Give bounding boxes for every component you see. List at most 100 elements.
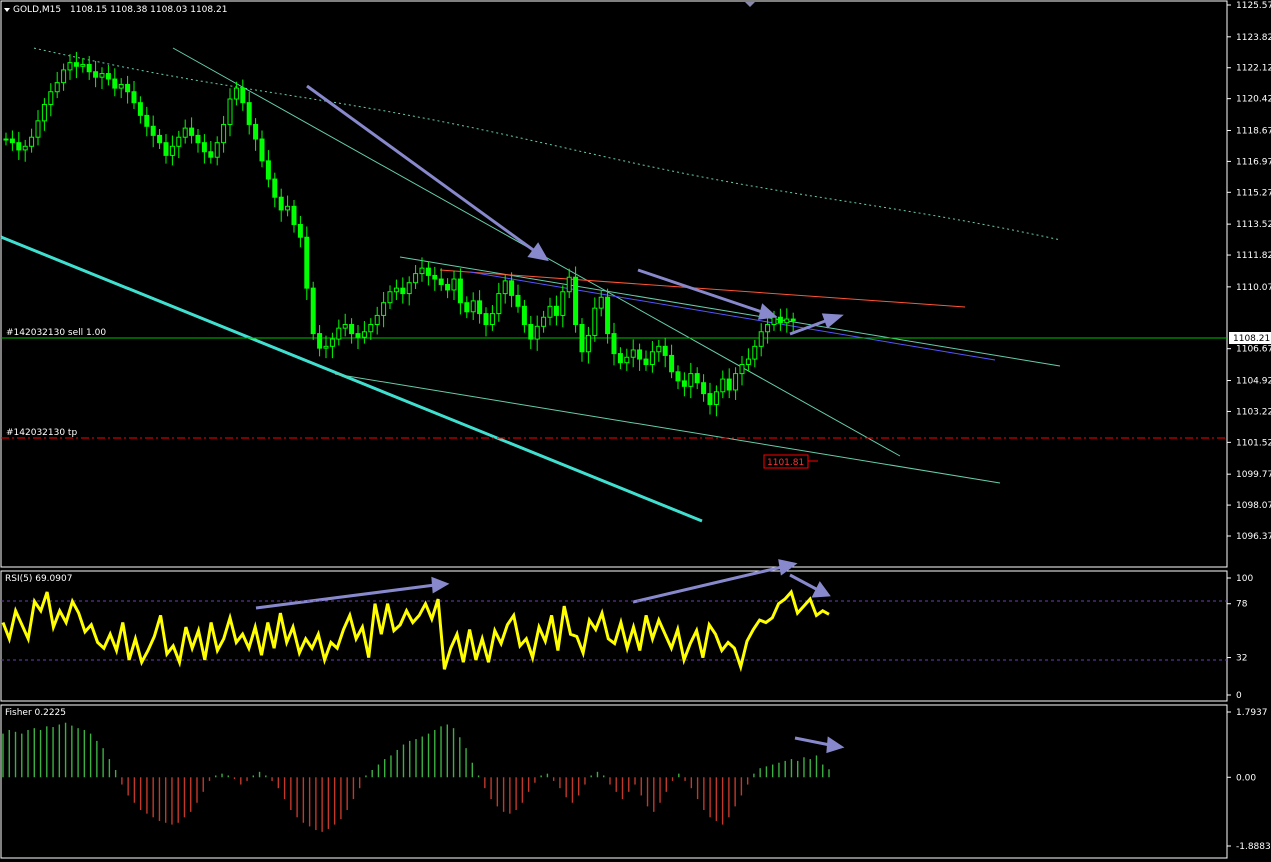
fisher-bars-group bbox=[2, 722, 830, 832]
candle-body bbox=[259, 138, 265, 162]
candle-body bbox=[445, 284, 451, 291]
candle-body bbox=[784, 318, 790, 324]
trading-chart[interactable]: 1125.57 1123.82 1122.12 1120.42 1118.67 1116.… bbox=[0, 0, 1271, 862]
candle-body bbox=[669, 354, 675, 373]
candle-body bbox=[541, 316, 547, 327]
rsi-tick-label: 0 bbox=[1236, 691, 1242, 701]
candle-body bbox=[637, 349, 643, 360]
price-tick-label: 1096.37 bbox=[1236, 532, 1271, 542]
candle-body bbox=[733, 373, 739, 391]
candle-body bbox=[93, 71, 99, 78]
candle-body bbox=[413, 273, 419, 284]
candle-body bbox=[195, 134, 201, 144]
thick-trendline[interactable] bbox=[0, 235, 703, 523]
candle-body bbox=[675, 371, 681, 382]
candle-body bbox=[713, 391, 719, 406]
candle-body bbox=[157, 134, 163, 144]
candle-body bbox=[304, 236, 310, 289]
candle-body bbox=[374, 314, 380, 326]
candle-body bbox=[745, 358, 751, 366]
price-tick-label: 1103.22 bbox=[1236, 407, 1271, 417]
candle-body bbox=[118, 83, 124, 89]
sell-order-label: #142032130 sell 1.00 bbox=[6, 328, 106, 338]
candle-body bbox=[387, 291, 393, 304]
candle-body bbox=[208, 151, 214, 158]
candle-body bbox=[253, 123, 259, 140]
main-panel[interactable] bbox=[0, 0, 1228, 568]
candle-body bbox=[361, 331, 367, 338]
candle-body bbox=[656, 345, 662, 353]
shift-marker-icon[interactable] bbox=[745, 2, 755, 7]
price-tick-label: 1116.97 bbox=[1236, 157, 1271, 167]
rsi-tick-label: 100 bbox=[1236, 574, 1253, 584]
candle-body bbox=[765, 324, 771, 333]
candle-body bbox=[329, 338, 335, 347]
candle-body bbox=[777, 316, 783, 324]
candle-body bbox=[752, 345, 758, 360]
candle-body bbox=[246, 102, 252, 125]
candle-body bbox=[336, 327, 342, 340]
candle-body bbox=[400, 287, 406, 295]
candle-body bbox=[163, 142, 169, 156]
candle-body bbox=[9, 138, 15, 144]
candle-body bbox=[726, 378, 732, 391]
candle-body bbox=[496, 293, 502, 315]
candle-body bbox=[611, 333, 617, 355]
tp-label: #142032130 tp bbox=[6, 428, 77, 438]
candle-body bbox=[355, 333, 361, 338]
candle-body bbox=[265, 160, 271, 180]
candle-body bbox=[169, 145, 175, 156]
fisher-axis: 1.7937 0.00 -1.8883 bbox=[1227, 708, 1271, 852]
arrowhead-rsi-3 bbox=[811, 581, 831, 598]
channel-bottom-line[interactable] bbox=[334, 373, 1001, 484]
price-tick-label: 1118.67 bbox=[1236, 126, 1271, 136]
candle-body bbox=[592, 307, 598, 336]
candle-body bbox=[624, 356, 630, 364]
candle-body bbox=[61, 69, 67, 84]
fisher-tick-label: 0.00 bbox=[1236, 773, 1256, 783]
candle-body bbox=[579, 324, 585, 353]
price-tick-label: 1123.82 bbox=[1236, 33, 1271, 43]
price-tick-label: 1111.82 bbox=[1236, 251, 1271, 261]
candle-body bbox=[790, 318, 796, 322]
candle-body bbox=[688, 373, 694, 387]
candle-body bbox=[272, 178, 278, 198]
dropdown-arrow-icon[interactable] bbox=[4, 8, 10, 12]
candle-body bbox=[528, 324, 534, 340]
arrowhead-main-down bbox=[527, 242, 549, 262]
candle-body bbox=[317, 333, 323, 349]
candle-body bbox=[771, 316, 777, 326]
candle-body bbox=[67, 62, 73, 71]
price-tick-label: 1099.77 bbox=[1236, 470, 1271, 480]
candle-body bbox=[617, 353, 623, 364]
candle-body bbox=[489, 313, 495, 326]
candle-body bbox=[137, 102, 143, 116]
candle-body bbox=[406, 282, 412, 295]
candle-body bbox=[35, 120, 41, 138]
candle-body bbox=[105, 73, 111, 80]
candle-body bbox=[720, 378, 726, 393]
candle-body bbox=[342, 324, 348, 329]
fisher-tick-label: -1.8883 bbox=[1236, 842, 1271, 852]
rsi-line bbox=[1, 588, 830, 673]
candle-body bbox=[598, 296, 604, 309]
candle-body bbox=[189, 127, 195, 136]
candle-body bbox=[509, 280, 515, 296]
price-tick-label: 1098.07 bbox=[1236, 501, 1271, 511]
candle-body bbox=[54, 82, 60, 93]
candle-body bbox=[534, 325, 540, 340]
candle-body bbox=[438, 278, 444, 286]
candle-body bbox=[521, 305, 527, 326]
price-tick-label: 1115.27 bbox=[1236, 188, 1271, 198]
candle-body bbox=[553, 305, 559, 316]
arrowhead-rsi-1 bbox=[431, 576, 450, 594]
price-tick-label: 1125.57 bbox=[1236, 1, 1271, 11]
candle-body bbox=[144, 114, 150, 127]
candle-body bbox=[41, 103, 47, 122]
fisher-title: Fisher 0.2225 bbox=[5, 708, 66, 718]
price-tick-label: 1106.67 bbox=[1236, 345, 1271, 355]
candle-body bbox=[182, 127, 188, 138]
arrow-main-down bbox=[306, 84, 537, 254]
arrow-rsi-3 bbox=[789, 573, 819, 592]
candle-body bbox=[291, 205, 297, 225]
